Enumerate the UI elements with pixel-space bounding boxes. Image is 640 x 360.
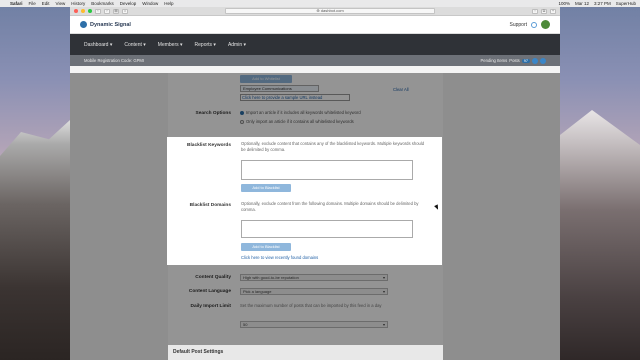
registration-code: Mobile Registration Code: GPMI — [84, 58, 145, 63]
new-tab-icon[interactable]: + — [550, 8, 556, 14]
browser-window: ‹ › ▤ ⌂ ⊕ dashbot.com ↑ ⧉ + Dynamic Sign… — [70, 7, 560, 360]
nav-admin[interactable]: Admin ▾ — [228, 42, 246, 48]
nav-members[interactable]: Members ▾ — [158, 42, 183, 48]
desktop-mountain-left — [0, 120, 70, 360]
menu-view[interactable]: View — [56, 1, 66, 6]
blacklist-domains-label: Blacklist Domains — [189, 203, 231, 208]
blacklist-domains-input[interactable] — [241, 220, 413, 238]
share-icon[interactable]: ↑ — [532, 8, 538, 14]
status-battery[interactable]: 100% — [558, 1, 570, 6]
blacklist-keywords-input[interactable] — [241, 160, 413, 180]
blacklist-domains-help: Optionally, exclude content from the fol… — [241, 201, 419, 212]
browser-toolbar: ‹ › ▤ ⌂ ⊕ dashbot.com ↑ ⧉ + — [70, 7, 560, 16]
forward-icon[interactable]: › — [104, 8, 110, 14]
back-icon[interactable]: ‹ — [95, 8, 101, 14]
logo-icon — [80, 21, 87, 28]
blacklist-keywords-help: Optionally, exclude content that contain… — [241, 141, 425, 152]
status-user[interactable]: SuperHub — [616, 1, 636, 6]
support-area: Support — [509, 20, 550, 29]
pending-posts-label: Posts — [509, 58, 520, 63]
nav-reports[interactable]: Reports ▾ — [195, 42, 216, 48]
menu-window[interactable]: Window — [142, 1, 158, 6]
view-found-domains-link[interactable]: Click here to view recently found domain… — [241, 255, 318, 260]
menu-help[interactable]: Help — [164, 1, 173, 6]
sub-bar: Mobile Registration Code: GPMI Pending I… — [70, 55, 560, 66]
support-icon[interactable] — [531, 21, 537, 28]
avatar[interactable] — [541, 20, 550, 29]
blacklist-keywords-label: Blacklist Keywords — [187, 143, 231, 148]
desktop-mountain-right — [560, 110, 640, 360]
brand-name: Dynamic Signal — [90, 21, 131, 28]
status-date[interactable]: Mar 12 — [575, 1, 589, 6]
menu-bookmarks[interactable]: Bookmarks — [91, 1, 114, 6]
close-window-icon[interactable] — [74, 9, 78, 13]
default-post-settings-header[interactable]: Default Post Settings — [168, 345, 443, 360]
address-bar[interactable]: ⊕ dashbot.com — [225, 8, 435, 14]
status-area: 100% Mar 12 3:27 PM SuperHub — [558, 1, 636, 6]
status-time[interactable]: 3:27 PM — [594, 1, 611, 6]
pending-count-badge[interactable]: 97 — [521, 58, 530, 63]
nav-content[interactable]: Content ▾ — [124, 42, 145, 48]
sidebar-icon[interactable]: ▤ — [113, 8, 119, 14]
tabs-icon[interactable]: ⧉ — [541, 8, 547, 14]
pending-items-label: Pending Items — [480, 58, 508, 63]
add-to-blacklist-button-domains[interactable]: Add to Blacklist — [241, 243, 291, 251]
blacklist-highlight-panel: Blacklist Keywords Optionally, exclude c… — [167, 137, 442, 265]
menu-history[interactable]: History — [71, 1, 85, 6]
menu-file[interactable]: File — [29, 1, 36, 6]
menu-safari[interactable]: Safari — [10, 1, 23, 6]
nav-dashboard[interactable]: Dashboard ▾ — [84, 42, 112, 48]
brand-logo[interactable]: Dynamic Signal — [80, 21, 131, 28]
menu-develop[interactable]: Develop — [120, 1, 137, 6]
refresh-icon[interactable] — [532, 57, 538, 64]
add-to-blacklist-button-keywords[interactable]: Add to Blacklist — [241, 184, 291, 192]
support-link[interactable]: Support — [509, 22, 527, 28]
main-nav: Dashboard ▾ Content ▾ Members ▾ Reports … — [70, 34, 560, 55]
info-icon[interactable] — [540, 57, 546, 64]
home-icon[interactable]: ⌂ — [122, 8, 128, 14]
mac-menubar: Safari File Edit View History Bookmarks … — [0, 0, 640, 7]
minimize-window-icon[interactable] — [81, 9, 85, 13]
zoom-window-icon[interactable] — [88, 9, 92, 13]
menu-edit[interactable]: Edit — [42, 1, 50, 6]
app-header: Dynamic Signal Support — [70, 16, 560, 34]
